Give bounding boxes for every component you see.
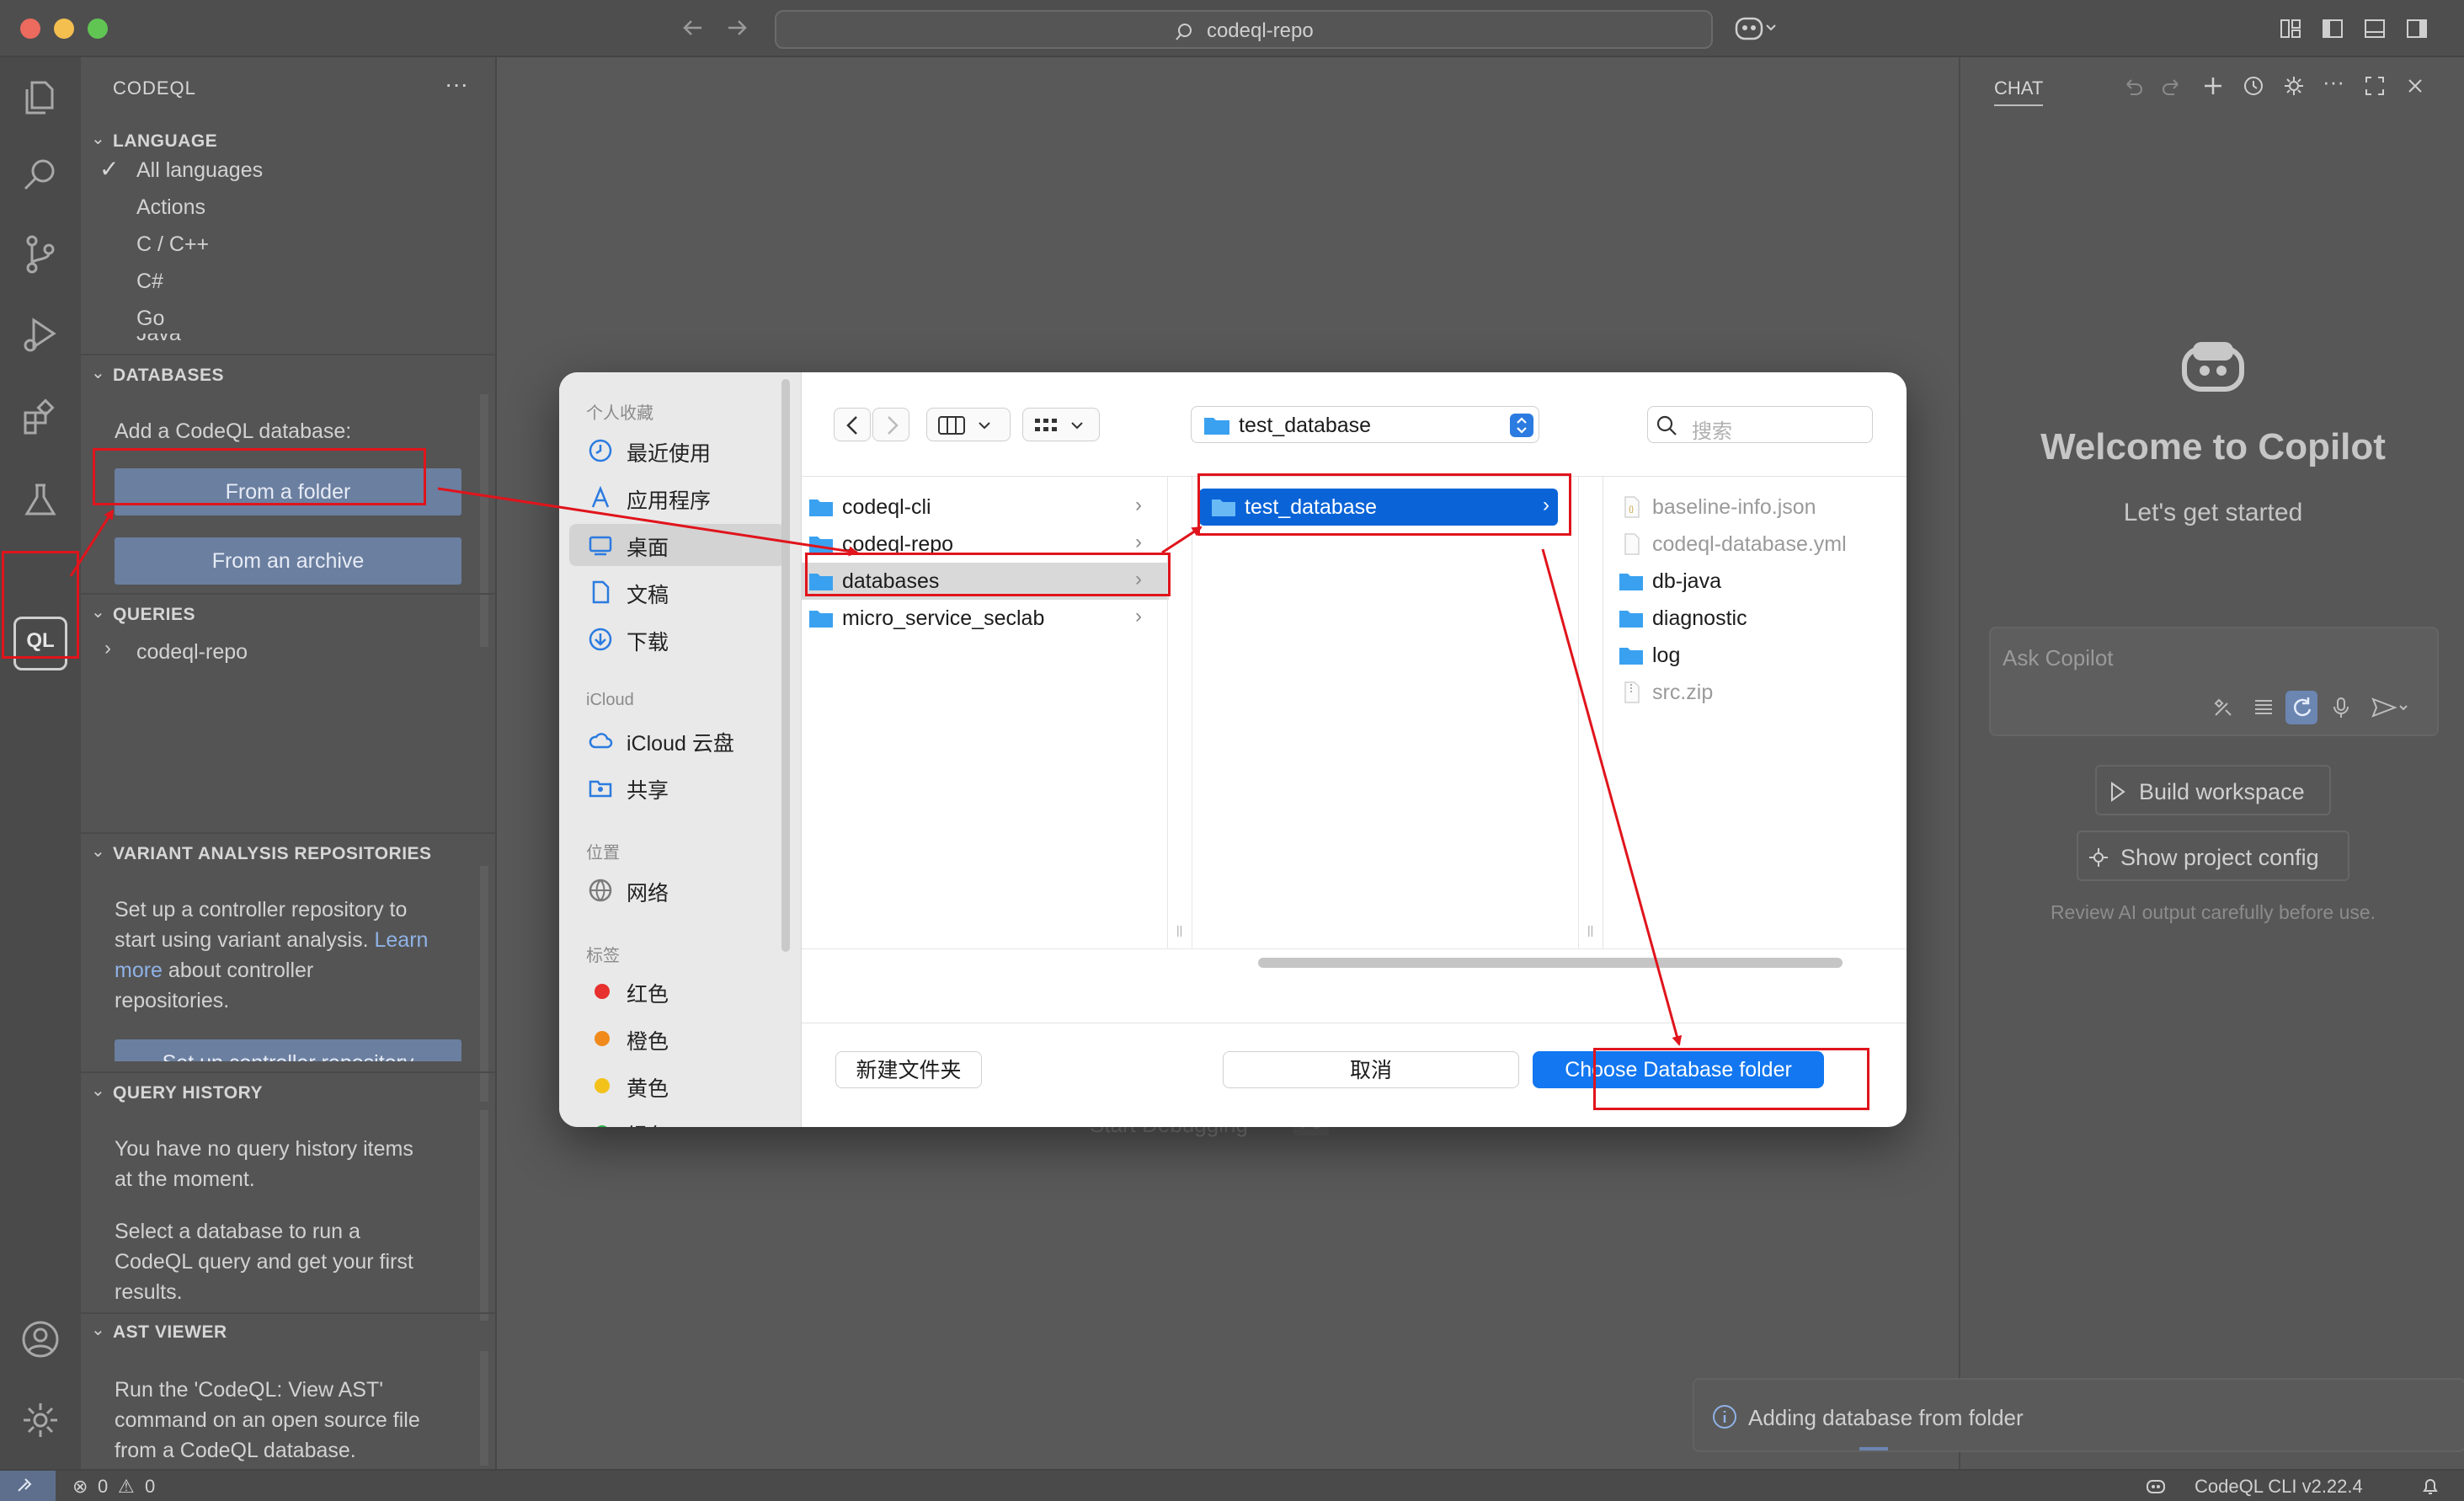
annotation-arrows (69, 487, 1683, 1046)
